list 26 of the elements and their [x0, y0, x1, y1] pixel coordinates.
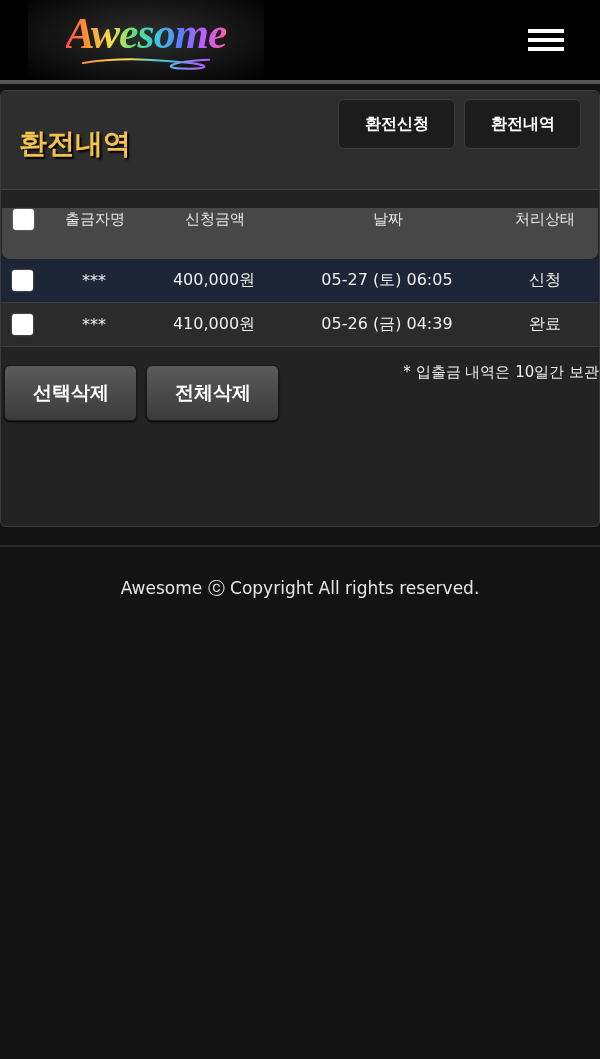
table-cell-text: 400,000원: [171, 270, 257, 291]
table-row[interactable]: *** 400,000원 05-27 (토) 06:05 신청: [1, 259, 599, 303]
table-cell-text: 05-26 (금) 04:39: [320, 314, 454, 335]
copyright-text: Awesome ⓒ Copyright All rights reserved.: [120, 577, 480, 600]
table-row[interactable]: *** 410,000원 05-26 (금) 04:39 완료: [1, 303, 599, 347]
column-header: 신청금액: [184, 210, 246, 229]
table-cell-text: 05-27 (토) 06:05: [320, 270, 454, 291]
checkbox[interactable]: [11, 270, 33, 291]
nav-button[interactable]: 환전내역: [464, 99, 581, 149]
menu-icon[interactable]: [528, 29, 564, 51]
delete-button[interactable]: 전체삭제: [146, 365, 279, 421]
checkbox[interactable]: [11, 314, 33, 335]
page-title: 환전내역: [19, 126, 131, 162]
nav-button[interactable]: 환전신청: [338, 99, 455, 149]
table-cell-text: 신청: [527, 270, 562, 291]
table-cell-text: 완료: [527, 314, 562, 335]
swoosh-icon: [81, 55, 211, 71]
column-header: 출금자명: [64, 210, 126, 229]
delete-button[interactable]: 선택삭제: [4, 365, 137, 421]
table-cell-text: ***: [81, 271, 107, 290]
retention-note: * 입출금 내역은 10일간 보관: [403, 363, 599, 382]
table-cell-text: 410,000원: [171, 314, 257, 335]
table-cell-text: ***: [81, 315, 107, 334]
column-header: 날짜: [372, 210, 404, 229]
column-header: 처리상태: [513, 210, 576, 229]
checkbox[interactable]: [12, 209, 34, 230]
